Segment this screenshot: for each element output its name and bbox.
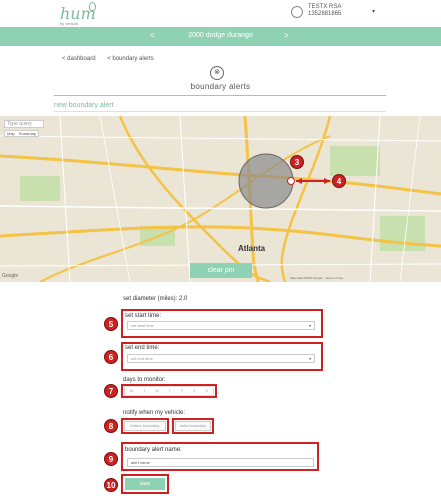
- map-type-toggle[interactable]: Map Roadmap: [4, 130, 40, 137]
- end-time-value: set end time: [131, 356, 153, 361]
- map-search-input[interactable]: Type query: [4, 120, 44, 128]
- section-title: new boundary alert: [54, 102, 114, 109]
- account-caret-icon[interactable]: ▾: [372, 8, 375, 15]
- clear-pin-button[interactable]: clear pin: [190, 263, 252, 278]
- end-time-select[interactable]: set end time ▾: [127, 354, 315, 363]
- section-divider: [54, 111, 386, 112]
- day-thursday[interactable]: T: [169, 387, 171, 395]
- days-label: days to monitor:: [123, 377, 166, 383]
- days-selector: M T W T F S S: [124, 386, 214, 396]
- day-friday[interactable]: F: [181, 387, 183, 395]
- google-logo: Google: [2, 273, 19, 279]
- next-vehicle-button[interactable]: >: [284, 31, 289, 40]
- boundary-alert-icon: ⊗: [210, 66, 224, 80]
- exits-boundary-toggle[interactable]: exits boundary: [175, 421, 211, 431]
- end-time-label: set end time:: [125, 345, 160, 351]
- map-canvas: [0, 116, 441, 282]
- diameter-label: set diameter (miles): 2.0: [123, 296, 188, 302]
- start-time-select[interactable]: set start time ▾: [127, 321, 315, 330]
- notify-label: notify when my vehicle:: [123, 410, 186, 416]
- day-tuesday[interactable]: T: [143, 387, 145, 395]
- chevron-down-icon: ▾: [308, 323, 311, 328]
- logo-subtitle: by verizon: [60, 21, 79, 26]
- resize-handle[interactable]: [287, 177, 295, 185]
- city-label: Atlanta: [238, 244, 266, 253]
- name-label: boundary alert name:: [125, 447, 182, 453]
- day-sunday[interactable]: S: [205, 387, 208, 395]
- map-type-satellite[interactable]: Roadmap: [17, 131, 38, 136]
- alert-name-input[interactable]: alert name: [127, 458, 314, 467]
- annotation-9: 9: [104, 452, 118, 466]
- save-button[interactable]: save: [125, 478, 165, 490]
- start-time-value: set start time: [131, 323, 154, 328]
- annotation-7: 7: [104, 384, 118, 398]
- day-monday[interactable]: M: [130, 387, 133, 395]
- annotation-6: 6: [104, 350, 118, 364]
- vehicle-selector: < 2000 dodge durango >: [0, 27, 441, 46]
- annotation-10: 10: [104, 478, 118, 492]
- vehicle-name: 2000 dodge durango: [188, 32, 253, 39]
- breadcrumb-boundary-alerts[interactable]: < boundary alerts: [107, 56, 154, 62]
- boundary-map[interactable]: Type query Map Roadmap: [0, 116, 441, 282]
- user-avatar-icon[interactable]: [291, 6, 303, 18]
- user-name: TESTX RSA: [308, 4, 342, 10]
- page-title: boundary alerts: [190, 82, 251, 91]
- lightbulb-icon: [89, 2, 96, 11]
- enters-boundary-toggle[interactable]: enters boundary: [124, 421, 166, 431]
- day-wednesday[interactable]: W: [155, 387, 159, 395]
- annotation-3: 3: [290, 155, 304, 169]
- title-divider: [54, 95, 386, 96]
- day-saturday[interactable]: S: [193, 387, 196, 395]
- boundary-circle[interactable]: [238, 153, 294, 209]
- user-info[interactable]: TESTX RSA 1352881865: [308, 4, 341, 18]
- user-phone: 1352881865: [308, 11, 342, 17]
- breadcrumb: < dashboard < boundary alerts: [62, 56, 164, 62]
- start-time-label: set start time:: [125, 313, 162, 319]
- annotation-5: 5: [104, 317, 118, 331]
- annotation-4: 4: [332, 174, 346, 188]
- annotation-8: 8: [104, 419, 118, 433]
- chevron-down-icon: ▾: [308, 356, 311, 361]
- map-credit: Map data ©2015 Google · Terms of Use: [290, 276, 344, 280]
- map-type-map[interactable]: Map: [5, 131, 17, 136]
- breadcrumb-dashboard[interactable]: < dashboard: [62, 56, 96, 62]
- app-header: hum by verizon TESTX RSA 1352881865 ▾: [0, 0, 441, 27]
